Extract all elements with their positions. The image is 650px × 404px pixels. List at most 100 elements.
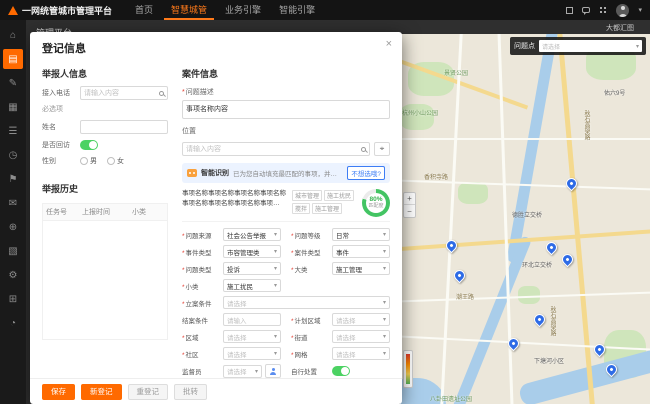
revisit-toggle[interactable] [80,140,98,150]
locate-button[interactable]: ⌖ [374,142,390,156]
app-logo: 一网统管城市管理平台 [8,4,112,17]
field-问题类型: *问题类型投诉▾ [182,262,281,275]
topbar-nav: 首页智慧城管业务引擎智能引擎 [128,0,322,20]
map-canvas[interactable]: 问题点 请选择 ▾ + − 景贤公园杭州小山公园佑六9号秋石高架路香积寺路德胜立… [400,34,650,404]
sidebar-item-case-register[interactable]: ▤ [3,49,23,69]
map-pin[interactable] [564,176,580,192]
field-select[interactable]: 请选择▾ [223,296,390,309]
chevron-down-icon: ▾ [274,231,277,238]
chevron-down-icon[interactable]: ▾ [638,6,642,14]
matched-item[interactable]: 事项名称事项名称事项名称事项名称 事项名称事项名称事项名称事项… 城市管理施工扰… [182,189,390,222]
footer-button-保存[interactable]: 保存 [42,384,75,400]
nav-item[interactable]: 智能引擎 [272,0,322,20]
map-pin[interactable] [444,238,460,254]
case-column: 案件信息 *问题描述 事项名称内容 位置 请输入内容 ⌖ 智能识别 已为您自动填… [182,62,390,378]
sidebar-item-history[interactable]: ◷ [3,145,23,165]
field-select[interactable]: 市容管理类▾ [223,245,281,258]
nav-item[interactable]: 业务引擎 [218,0,268,20]
chevron-down-icon: ▾ [274,248,277,255]
field-select[interactable]: 投诉▾ [223,262,281,275]
map-pin[interactable] [452,268,468,284]
chevron-down-icon: ▾ [383,350,386,357]
history-column-header: 任务号 [43,204,79,220]
field-select[interactable]: 请选择▾ [223,365,262,378]
gender-radio-group: 男 女 [80,156,124,166]
footer-button-新登记[interactable]: 新登记 [81,384,122,400]
field-select[interactable]: 社会公告举报▾ [223,228,281,241]
zoom-in-button[interactable]: + [404,193,415,205]
sidebar-item-edit[interactable]: ✎ [3,73,23,93]
field-select[interactable]: 施工管理▾ [332,262,390,275]
map-pin[interactable] [544,240,560,256]
canal [506,34,560,263]
chevron-down-icon: ▾ [274,333,277,340]
field-select[interactable]: 请选择▾ [332,313,390,326]
apps-icon[interactable] [599,6,607,14]
robot-icon [187,169,197,177]
ai-dismiss-button[interactable]: 不想选哦? [347,166,385,180]
sidebar-item-stats[interactable]: ◔ [3,313,23,333]
chevron-down-icon: ▾ [383,299,386,306]
map-filter-select[interactable]: 请选择 ▾ [539,40,642,52]
map-pin[interactable] [560,252,576,268]
field-select[interactable]: 事件▾ [332,245,390,258]
map-filter-label: 问题点 [514,41,535,51]
chevron-down-icon: ▾ [636,43,639,50]
chevron-down-icon: ▾ [274,282,277,289]
phone-input[interactable]: 请输入内容 [80,86,168,100]
location-input[interactable]: 请输入内容 [182,142,370,156]
sidebar-item-dashboard[interactable]: ▦ [3,97,23,117]
field-select[interactable]: 日常▾ [332,228,390,241]
radio-female[interactable]: 女 [107,156,124,166]
map-label: 景贤公园 [444,68,468,77]
radio-male[interactable]: 男 [80,156,97,166]
search-icon[interactable] [159,91,164,96]
field-select[interactable]: 请选择▾ [223,347,281,360]
field-select[interactable]: 施工扰民▾ [223,279,281,292]
park-area [458,182,488,204]
map-pin[interactable] [532,312,548,328]
sidebar-item-layers[interactable]: ▧ [3,241,23,261]
item-tag: 城市管理 [292,190,322,201]
map-legend [403,350,413,388]
match-gauge: 80% 匹配度 [362,189,390,217]
name-input[interactable] [80,120,168,134]
map-caption: 大都汇图 [606,23,634,33]
pick-person-button[interactable] [265,364,281,378]
search-icon[interactable] [361,147,366,152]
desc-textarea[interactable]: 事项名称内容 [182,100,390,119]
footer-button-重登记[interactable]: 重登记 [128,384,169,400]
field-input[interactable]: 请输入 [223,313,281,326]
sidebar-item-settings[interactable]: ⚙ [3,265,23,285]
nav-item[interactable]: 智慧城管 [164,0,214,20]
field-select[interactable]: 请选择▾ [332,347,390,360]
zoom-out-button[interactable]: − [404,205,415,217]
message-icon[interactable] [582,7,590,13]
sidebar-item-mail[interactable]: ✉ [3,193,23,213]
sidebar-item-add[interactable]: ⊕ [3,217,23,237]
field-结案条件: 结案条件请输入 [182,313,281,326]
registration-modal: 登记信息 × 举报人信息 接入电话 请输入内容 必选项 姓名 [30,32,402,404]
avatar[interactable] [616,4,629,17]
field-计划区域: *计划区域请选择▾ [291,313,390,326]
item-tag: 施工扰民 [324,190,354,201]
expand-icon[interactable] [566,7,573,14]
field-label: *问题等级 [291,230,329,240]
field-select[interactable]: 请选择▾ [223,330,281,343]
self-handle-toggle[interactable] [332,366,350,376]
map-zoom-control: + − [403,192,416,218]
close-icon[interactable]: × [386,39,392,50]
sidebar-item-apps[interactable]: ⊞ [3,289,23,309]
sidebar-item-home[interactable]: ⌂ [3,25,23,45]
footer-button-批转[interactable]: 批转 [174,384,207,400]
chevron-down-icon: ▾ [383,316,386,323]
field-label: 结案条件 [182,315,220,325]
field-label: *小类 [182,281,220,291]
sidebar-item-task-list[interactable]: ☰ [3,121,23,141]
sidebar-item-flag[interactable]: ⚑ [3,169,23,189]
map-label: 秋石高架路 [548,306,557,336]
field-label: *社区 [182,349,220,359]
field-select[interactable]: 请选择▾ [332,330,390,343]
app-title: 一网统管城市管理平台 [22,4,112,17]
nav-item[interactable]: 首页 [128,0,160,20]
